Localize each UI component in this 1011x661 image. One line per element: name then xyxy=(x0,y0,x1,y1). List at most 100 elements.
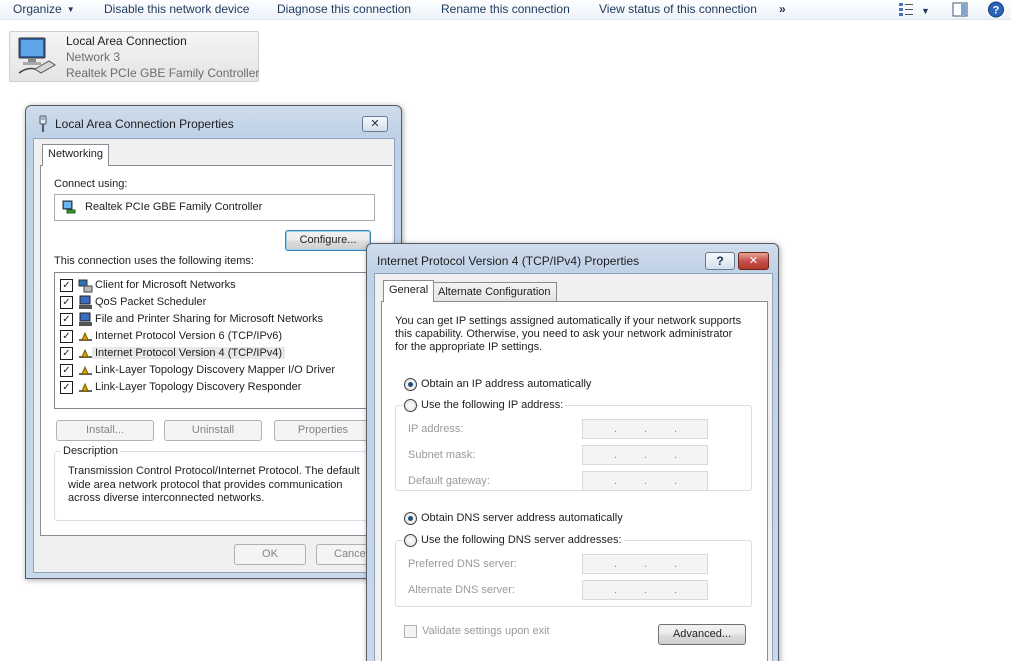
description-group: Description Transmission Control Protoco… xyxy=(54,445,394,521)
item-checkbox[interactable]: ✓ xyxy=(60,330,73,343)
item-checkbox[interactable]: ✓ xyxy=(60,313,73,326)
item-label: Internet Protocol Version 4 (TCP/IPv4) xyxy=(92,347,286,359)
chevron-down-icon: ▼ xyxy=(66,5,75,14)
use-following-ip-radio[interactable] xyxy=(404,399,417,412)
close-button[interactable]: ✕ xyxy=(738,252,769,270)
description-label: Description xyxy=(61,445,121,457)
svg-text:?: ? xyxy=(993,5,1000,17)
install-button[interactable]: Install... xyxy=(56,420,154,441)
connection-name: Local Area Connection xyxy=(66,34,187,48)
preview-pane-icon[interactable] xyxy=(951,1,969,18)
lac-client-area: Networking Connect using: Realtek PCIe G… xyxy=(33,138,395,573)
network-cable-icon xyxy=(39,115,47,132)
ipv4-properties-window: Internet Protocol Version 4 (TCP/IPv4) P… xyxy=(366,243,779,661)
dns-group: Use the following DNS server addresses: … xyxy=(395,534,752,607)
use-following-dns-radio[interactable] xyxy=(404,534,417,547)
network-service-icon xyxy=(79,312,92,326)
advanced-button[interactable]: Advanced... xyxy=(658,624,746,645)
ipv4-window-title: Internet Protocol Version 4 (TCP/IPv4) P… xyxy=(377,254,640,268)
subnet-mask-label: Subnet mask: xyxy=(408,449,476,461)
network-client-icon xyxy=(78,279,93,293)
item-label: Internet Protocol Version 6 (TCP/IPv6) xyxy=(95,330,283,342)
lac-properties-window: Local Area Connection Properties ✕ Netwo… xyxy=(25,105,402,579)
properties-button[interactable]: Properties xyxy=(274,420,372,441)
item-label: QoS Packet Scheduler xyxy=(95,296,207,308)
connection-network: Network 3 xyxy=(66,50,121,64)
obtain-dns-auto-radio[interactable] xyxy=(404,512,417,525)
validate-label[interactable]: Validate settings upon exit xyxy=(422,625,550,638)
item-label: File and Printer Sharing for Microsoft N… xyxy=(95,313,324,325)
alternate-dns-label: Alternate DNS server: xyxy=(408,584,515,596)
default-gateway-label: Default gateway: xyxy=(408,475,490,487)
protocol-icon xyxy=(79,365,92,375)
description-text-line-1: Transmission Control Protocol/Internet P… xyxy=(68,465,360,477)
organize-menu[interactable]: Organize ▼ xyxy=(13,1,75,18)
item-checkbox[interactable]: ✓ xyxy=(60,279,73,292)
list-item[interactable]: ✓ Link-Layer Topology Discovery Mapper I… xyxy=(55,362,355,379)
obtain-ip-auto-label[interactable]: Obtain an IP address automatically xyxy=(421,378,591,391)
general-tab-panel: You can get IP settings assigned automat… xyxy=(381,301,768,661)
description-text-line-2: wide area network protocol that provides… xyxy=(68,479,343,491)
validate-checkbox[interactable] xyxy=(404,625,417,638)
obtain-dns-auto-label[interactable]: Obtain DNS server address automatically xyxy=(421,512,623,525)
item-checkbox[interactable]: ✓ xyxy=(60,296,73,309)
diagnose-connection-button[interactable]: Diagnose this connection xyxy=(277,1,411,17)
alternate-dns-input[interactable]: ... xyxy=(582,580,708,600)
view-status-button[interactable]: View status of this connection xyxy=(599,1,757,17)
list-item[interactable]: ✓ Link-Layer Topology Discovery Responde… xyxy=(55,379,355,396)
items-label: This connection uses the following items… xyxy=(54,255,254,267)
tab-networking[interactable]: Networking xyxy=(42,144,110,166)
default-gateway-input[interactable]: ... xyxy=(582,471,708,491)
use-following-dns-label[interactable]: Use the following DNS server addresses: xyxy=(419,534,624,546)
items-list[interactable]: ✓ Client for Microsoft Networks ✓ QoS Pa… xyxy=(54,272,394,409)
more-commands-button[interactable]: » xyxy=(779,1,786,17)
command-bar: Organize ▼ Disable this network device Di… xyxy=(0,0,1011,20)
preferred-dns-label: Preferred DNS server: xyxy=(408,558,517,570)
adapter-field: Realtek PCIe GBE Family Controller xyxy=(54,194,375,221)
subnet-mask-input[interactable]: ... xyxy=(582,445,708,465)
ip-address-label: IP address: xyxy=(408,423,464,435)
help-button[interactable]: ? xyxy=(705,252,735,270)
connect-using-label: Connect using: xyxy=(54,178,128,190)
intro-line-3: for the appropriate IP settings. xyxy=(395,341,543,353)
item-label: Link-Layer Topology Discovery Responder xyxy=(95,381,302,393)
protocol-icon xyxy=(79,382,92,392)
ip-address-input[interactable]: ... xyxy=(582,419,708,439)
list-item[interactable]: ✓ Internet Protocol Version 4 (TCP/IPv4) xyxy=(55,345,355,362)
list-item[interactable]: ✓ Client for Microsoft Networks xyxy=(55,277,355,294)
use-following-ip-label[interactable]: Use the following IP address: xyxy=(419,399,566,411)
network-service-icon xyxy=(79,295,92,309)
network-adapter-icon xyxy=(62,200,76,214)
change-view-icon[interactable] xyxy=(897,1,915,18)
item-checkbox[interactable]: ✓ xyxy=(60,381,73,394)
adapter-name: Realtek PCIe GBE Family Controller xyxy=(85,201,263,213)
item-label: Link-Layer Topology Discovery Mapper I/O… xyxy=(95,364,336,376)
network-adapter-icon xyxy=(18,37,56,74)
list-item[interactable]: ✓ File and Printer Sharing for Microsoft… xyxy=(55,311,355,328)
networking-tab-panel: Connect using: Realtek PCIe GBE Family C… xyxy=(40,165,394,536)
configure-button[interactable]: Configure... xyxy=(285,230,371,251)
lac-close-button[interactable]: ✕ xyxy=(362,116,388,132)
list-item[interactable]: ✓ Internet Protocol Version 6 (TCP/IPv6) xyxy=(55,328,355,345)
list-item[interactable]: ✓ QoS Packet Scheduler xyxy=(55,294,355,311)
view-dropdown-icon[interactable]: ▼ xyxy=(921,3,930,19)
rename-connection-button[interactable]: Rename this connection xyxy=(441,1,570,17)
connection-tile[interactable]: Local Area Connection Network 3 Realtek … xyxy=(9,31,259,82)
protocol-icon xyxy=(79,348,92,358)
intro-line-2: this capability. Otherwise, you need to … xyxy=(395,328,733,340)
item-checkbox[interactable]: ✓ xyxy=(60,364,73,377)
uninstall-button[interactable]: Uninstall xyxy=(164,420,262,441)
protocol-icon xyxy=(79,331,92,341)
item-checkbox[interactable]: ✓ xyxy=(60,347,73,360)
tab-general[interactable]: General xyxy=(383,280,435,302)
disable-network-device-button[interactable]: Disable this network device xyxy=(104,1,249,17)
connection-adapter: Realtek PCIe GBE Family Controller xyxy=(66,66,260,80)
lac-window-title: Local Area Connection Properties xyxy=(55,117,234,131)
ok-button[interactable]: OK xyxy=(234,544,306,565)
item-label: Client for Microsoft Networks xyxy=(95,279,236,291)
tab-alternate-configuration[interactable]: Alternate Configuration xyxy=(432,282,557,302)
help-icon[interactable]: ? xyxy=(987,1,1005,18)
obtain-ip-auto-radio[interactable] xyxy=(404,378,417,391)
preferred-dns-input[interactable]: ... xyxy=(582,554,708,574)
ipv4-client-area: General Alternate Configuration You can … xyxy=(374,273,773,661)
